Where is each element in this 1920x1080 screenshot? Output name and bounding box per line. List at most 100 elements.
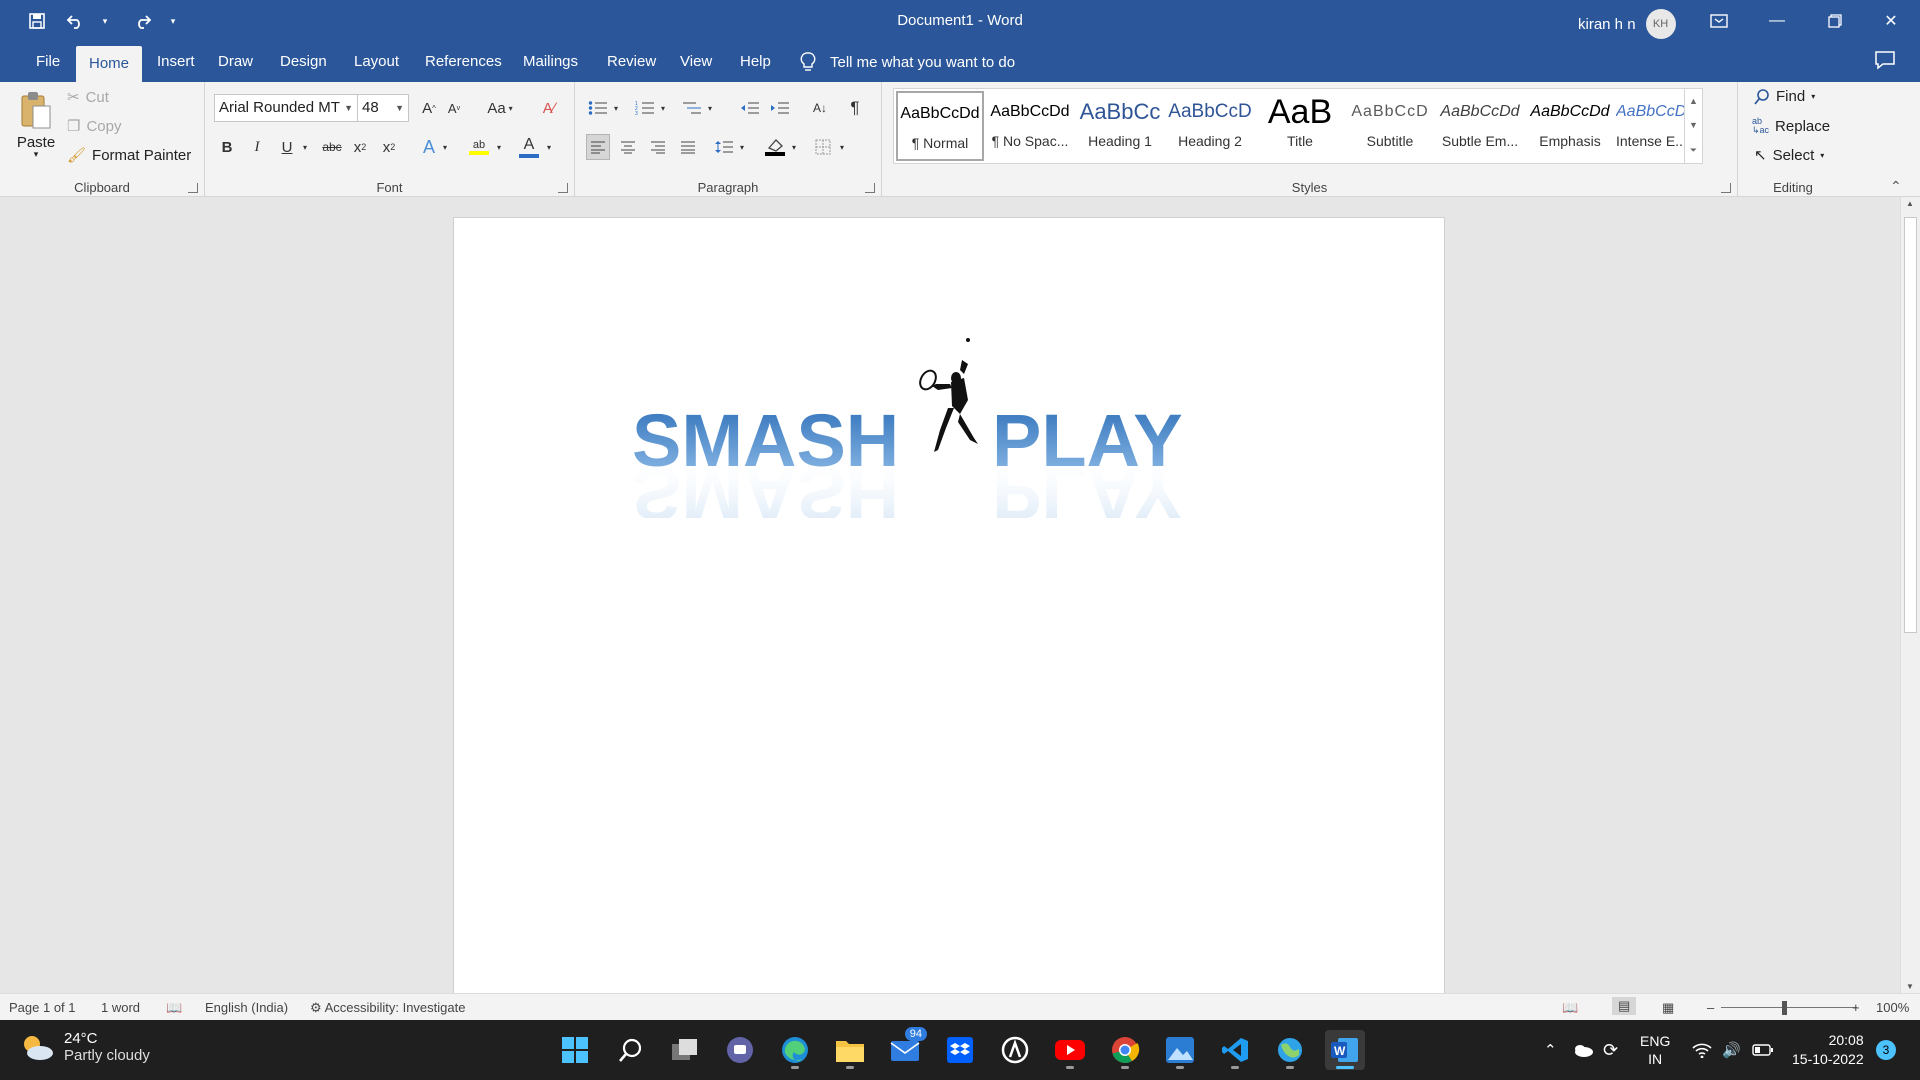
input-language[interactable]: ENG IN: [1640, 1020, 1670, 1080]
start-button[interactable]: [555, 1030, 595, 1070]
teams-chat-app[interactable]: [720, 1030, 760, 1070]
tab-layout[interactable]: Layout: [342, 42, 411, 82]
account[interactable]: kiran h n KH: [1578, 9, 1676, 39]
numbering-dropdown-icon[interactable]: ▾: [651, 95, 675, 121]
youtube-app[interactable]: [1050, 1030, 1090, 1070]
tab-review[interactable]: Review: [595, 42, 668, 82]
style-subtle-emphasis[interactable]: AaBbCcDd Subtle Em...: [1436, 91, 1524, 161]
task-view-button[interactable]: [665, 1030, 705, 1070]
zoom-out-icon[interactable]: –: [1707, 1000, 1714, 1015]
shrink-font-icon[interactable]: Av: [442, 95, 466, 121]
close-icon[interactable]: ✕: [1862, 0, 1920, 42]
weather-widget[interactable]: 24°C Partly cloudy: [20, 1030, 150, 1064]
chrome-app[interactable]: [1105, 1030, 1145, 1070]
comments-icon[interactable]: [1874, 50, 1900, 72]
onedrive-icon[interactable]: [1572, 1020, 1594, 1080]
style-heading-2[interactable]: AaBbCcD Heading 2: [1166, 91, 1254, 161]
replace-button[interactable]: ab ↳ac Replace: [1752, 117, 1830, 135]
select-button[interactable]: ↖ Select ▾: [1754, 146, 1824, 165]
scroll-down-icon[interactable]: ▼: [1689, 120, 1698, 130]
zoom-slider[interactable]: [1721, 1007, 1857, 1008]
font-family-select[interactable]: Arial Rounded MT ▼: [214, 94, 358, 122]
tab-references[interactable]: References: [413, 42, 514, 82]
paste-dropdown-icon[interactable]: ▾: [34, 149, 39, 160]
tab-help[interactable]: Help: [728, 42, 783, 82]
vscode-app[interactable]: [1215, 1030, 1255, 1070]
app-circle-logo[interactable]: [995, 1030, 1035, 1070]
volume-icon[interactable]: 🔊: [1722, 1020, 1741, 1080]
proofing-icon[interactable]: 📖: [166, 1000, 182, 1016]
scroll-up-icon[interactable]: ▲: [1689, 96, 1698, 106]
collapse-ribbon-icon[interactable]: ⌃: [1890, 178, 1902, 195]
clipboard-launcher-icon[interactable]: [188, 183, 198, 193]
notification-center[interactable]: 3: [1876, 1020, 1896, 1080]
font-launcher-icon[interactable]: [558, 183, 568, 193]
font-size-select[interactable]: 48 ▼: [357, 94, 409, 122]
style-intense-emphasis[interactable]: AaBbCcDd Intense E...: [1616, 91, 1684, 161]
show-hidden-icons[interactable]: ⌃: [1544, 1020, 1557, 1080]
clear-formatting-icon[interactable]: A∕: [537, 95, 561, 121]
subscript-icon[interactable]: x2: [348, 134, 372, 160]
align-center-icon[interactable]: [616, 134, 640, 160]
restore-icon[interactable]: [1806, 0, 1864, 42]
photos-app[interactable]: [1160, 1030, 1200, 1070]
word-app[interactable]: W: [1325, 1030, 1365, 1070]
tell-me-search[interactable]: Tell me what you want to do: [800, 42, 1015, 82]
word-count[interactable]: 1 word: [101, 1000, 140, 1015]
style-normal[interactable]: AaBbCcDd ¶ Normal: [896, 91, 984, 161]
zoom-in-icon[interactable]: +: [1852, 1000, 1860, 1015]
tab-home[interactable]: Home: [76, 46, 142, 82]
find-button[interactable]: Find ▾: [1754, 88, 1815, 105]
tab-view[interactable]: View: [668, 42, 724, 82]
highlight-dropdown-icon[interactable]: ▾: [487, 134, 511, 160]
scroll-thumb[interactable]: [1904, 217, 1917, 633]
zoom-slider-thumb[interactable]: [1782, 1001, 1787, 1015]
print-layout-icon[interactable]: ▤: [1612, 997, 1637, 1015]
cut-button[interactable]: ✂ Cut: [67, 88, 109, 107]
style-title[interactable]: AaB Title: [1256, 91, 1344, 161]
page-count[interactable]: Page 1 of 1: [9, 1000, 76, 1015]
sort-icon[interactable]: A↓: [808, 95, 832, 121]
bullets-dropdown-icon[interactable]: ▾: [604, 95, 628, 121]
strikethrough-icon[interactable]: abc: [320, 134, 344, 160]
language-status[interactable]: English (India): [205, 1000, 288, 1015]
scroll-down-icon[interactable]: ▼: [1906, 982, 1914, 991]
style-subtitle[interactable]: AaBbCcD Subtitle: [1346, 91, 1434, 161]
more-styles-icon[interactable]: ⏷: [1690, 145, 1697, 156]
bold-icon[interactable]: B: [215, 134, 239, 160]
copy-button[interactable]: ❐ Copy: [67, 117, 121, 136]
style-heading-1[interactable]: AaBbCc Heading 1: [1076, 91, 1164, 161]
paste-button[interactable]: Paste ▾: [16, 90, 56, 160]
sync-icon[interactable]: ⟳: [1603, 1020, 1618, 1080]
format-painter-button[interactable]: 🖌 Format Painter: [67, 146, 191, 165]
tab-draw[interactable]: Draw: [206, 42, 265, 82]
text-effects-dropdown-icon[interactable]: ▾: [433, 134, 457, 160]
line-spacing-dropdown-icon[interactable]: ▾: [730, 134, 754, 160]
accessibility-status[interactable]: ⚙ Accessibility: Investigate: [310, 1000, 465, 1016]
paragraph-launcher-icon[interactable]: [865, 183, 875, 193]
tab-file[interactable]: File: [24, 42, 72, 82]
multilevel-dropdown-icon[interactable]: ▾: [698, 95, 722, 121]
wifi-icon[interactable]: [1692, 1020, 1712, 1080]
read-mode-icon[interactable]: 📖: [1562, 1000, 1578, 1016]
ribbon-display-options-icon[interactable]: [1690, 0, 1748, 42]
vertical-scrollbar[interactable]: ▲ ▼: [1900, 197, 1920, 993]
zoom-level[interactable]: 100%: [1876, 1000, 1909, 1015]
minimize-icon[interactable]: —: [1748, 0, 1806, 42]
search-button[interactable]: [610, 1030, 650, 1070]
globe-app[interactable]: [1270, 1030, 1310, 1070]
font-color-dropdown-icon[interactable]: ▾: [537, 134, 561, 160]
shading-dropdown-icon[interactable]: ▾: [782, 134, 806, 160]
tab-mailings[interactable]: Mailings: [511, 42, 590, 82]
increase-indent-icon[interactable]: [768, 95, 792, 121]
style-no-spacing[interactable]: AaBbCcDd ¶ No Spac...: [986, 91, 1074, 161]
style-emphasis[interactable]: AaBbCcDd Emphasis: [1526, 91, 1614, 161]
styles-gallery-scroll[interactable]: ▲ ▼ ⏷: [1684, 89, 1702, 163]
clock[interactable]: 20:08 15-10-2022: [1792, 1020, 1864, 1080]
edge-app[interactable]: [775, 1030, 815, 1070]
align-left-icon[interactable]: [586, 134, 610, 160]
styles-launcher-icon[interactable]: [1721, 183, 1731, 193]
underline-dropdown-icon[interactable]: ▾: [293, 134, 317, 160]
file-explorer-app[interactable]: [830, 1030, 870, 1070]
battery-icon[interactable]: [1752, 1020, 1774, 1080]
